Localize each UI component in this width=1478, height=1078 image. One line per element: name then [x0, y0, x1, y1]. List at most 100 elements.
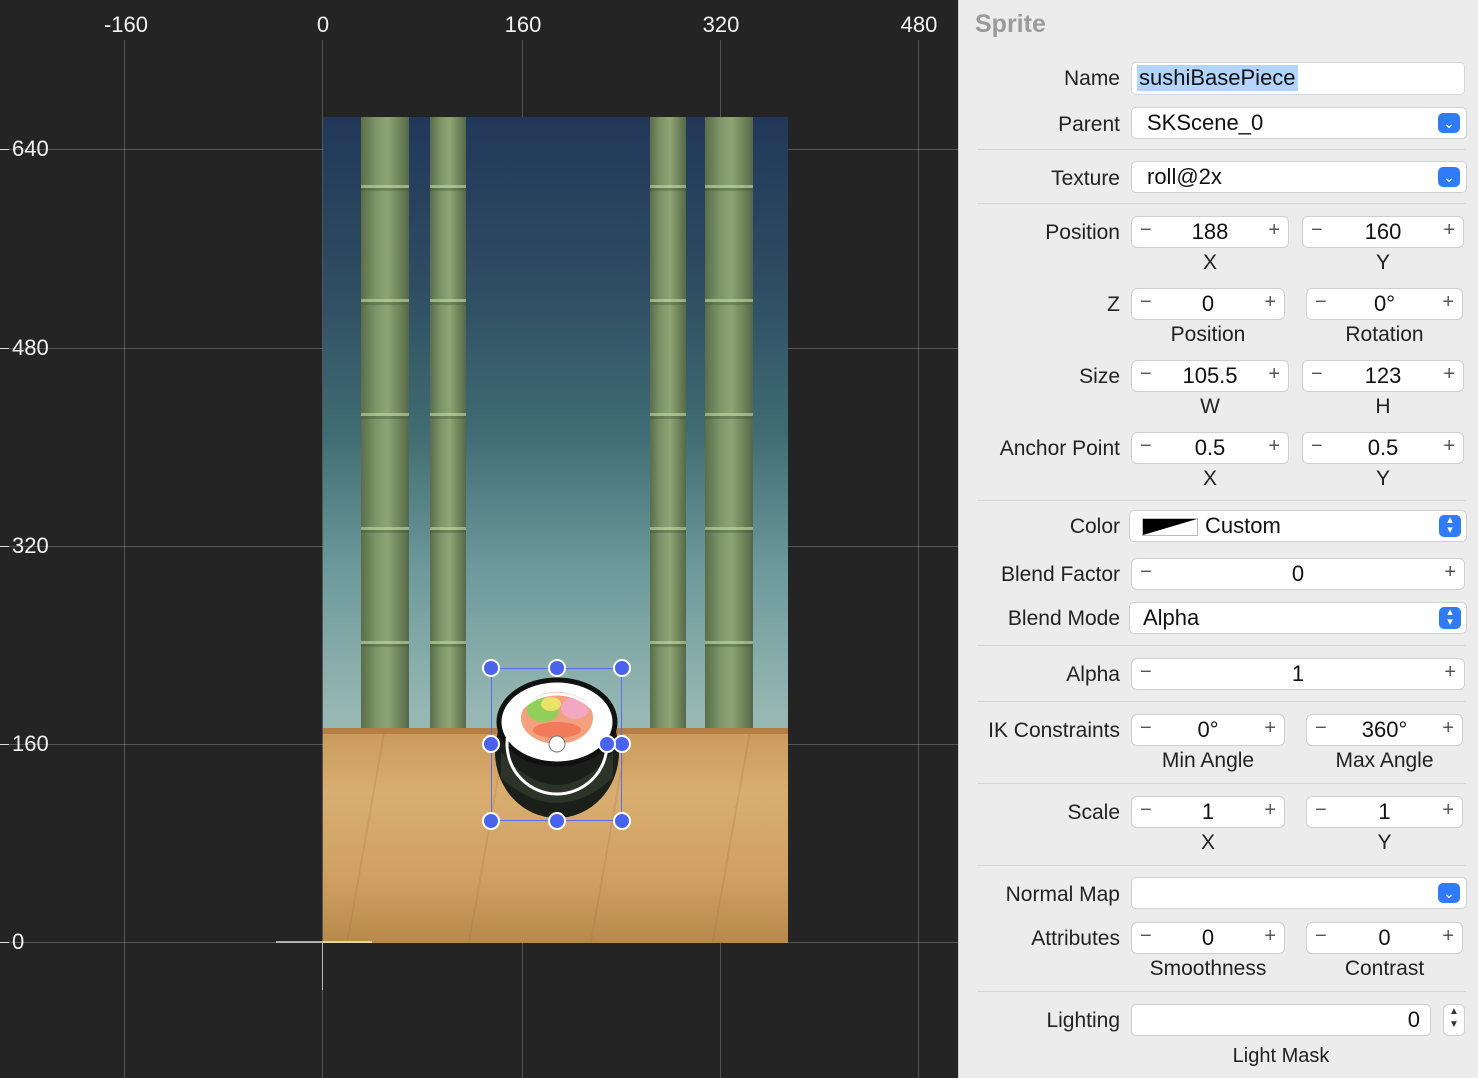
parent-popup[interactable]: SKScene_0 ⌄	[1131, 107, 1467, 139]
name-field[interactable]: sushiBasePiece	[1131, 62, 1465, 95]
lighting-stepper-arrows[interactable]: ▲ ▼	[1443, 1004, 1465, 1036]
size-w-stepper[interactable]: − 105.5 +	[1131, 360, 1289, 392]
ik-min-stepper[interactable]: − 0° +	[1131, 714, 1285, 746]
blend-factor-stepper[interactable]: − 0 +	[1131, 558, 1465, 590]
scale-y-stepper[interactable]: − 1 +	[1306, 796, 1463, 828]
decrement-button[interactable]: −	[1140, 661, 1152, 684]
decrement-button[interactable]: −	[1140, 435, 1152, 458]
lighting-field[interactable]: 0	[1131, 1004, 1431, 1036]
alpha-value[interactable]: 1	[1158, 661, 1438, 687]
decrement-button[interactable]: −	[1140, 925, 1152, 948]
chevron-up-icon[interactable]: ▲	[1444, 1005, 1464, 1018]
increment-button[interactable]: +	[1264, 925, 1276, 948]
z-rotation-stepper[interactable]: − 0° +	[1306, 288, 1463, 320]
decrement-button[interactable]: −	[1311, 219, 1323, 242]
lighting-value: 0	[1407, 1007, 1420, 1032]
blend-factor-value[interactable]: 0	[1158, 561, 1438, 587]
scale-x-stepper[interactable]: − 1 +	[1131, 796, 1285, 828]
rotation-handle[interactable]	[598, 735, 616, 753]
decrement-button[interactable]: −	[1315, 799, 1327, 822]
smoothness-stepper[interactable]: − 0 +	[1131, 922, 1285, 954]
z-rotation-value[interactable]: 0°	[1333, 291, 1436, 317]
ik-max-stepper[interactable]: − 360° +	[1306, 714, 1463, 746]
increment-button[interactable]: +	[1443, 435, 1455, 458]
size-h-value[interactable]: 123	[1329, 363, 1437, 389]
increment-button[interactable]: +	[1443, 219, 1455, 242]
smoothness-value[interactable]: 0	[1158, 925, 1258, 951]
blend-mode-popup[interactable]: Alpha ▴ ▾	[1129, 602, 1467, 634]
position-y-stepper[interactable]: − 160 +	[1302, 216, 1464, 248]
ik-min-value[interactable]: 0°	[1158, 717, 1258, 743]
anchor-y-value[interactable]: 0.5	[1329, 435, 1437, 461]
divider	[977, 991, 1466, 992]
decrement-button[interactable]: −	[1140, 219, 1152, 242]
texture-value: roll@2x	[1147, 164, 1222, 189]
z-position-caption: Position	[1170, 323, 1246, 346]
decrement-button[interactable]: −	[1315, 291, 1327, 314]
position-x-stepper[interactable]: − 188 +	[1131, 216, 1289, 248]
contrast-caption: Contrast	[1344, 957, 1425, 980]
size-label: Size	[1079, 365, 1120, 388]
chevron-down-icon[interactable]: ▼	[1444, 1018, 1464, 1031]
increment-button[interactable]: +	[1444, 661, 1456, 684]
increment-button[interactable]: +	[1442, 925, 1454, 948]
z-position-stepper[interactable]: − 0 +	[1131, 288, 1285, 320]
size-h-stepper[interactable]: − 123 +	[1302, 360, 1464, 392]
resize-handle-bottom-right[interactable]	[613, 812, 631, 830]
decrement-button[interactable]: −	[1315, 925, 1327, 948]
increment-button[interactable]: +	[1264, 291, 1276, 314]
increment-button[interactable]: +	[1444, 561, 1456, 584]
resize-handle-top-right[interactable]	[613, 659, 631, 677]
normal-map-popup[interactable]: ⌄	[1131, 877, 1467, 909]
grid-line	[124, 40, 125, 1078]
anchor-y-stepper[interactable]: − 0.5 +	[1302, 432, 1464, 464]
decrement-button[interactable]: −	[1311, 363, 1323, 386]
resize-handle-top-left[interactable]	[482, 659, 500, 677]
increment-button[interactable]: +	[1264, 717, 1276, 740]
resize-handle-top[interactable]	[548, 659, 566, 677]
chevron-down-icon: ⌄	[1438, 113, 1460, 133]
resize-handle-left[interactable]	[482, 735, 500, 753]
scale-label: Scale	[1067, 801, 1120, 824]
anchor-x-stepper[interactable]: − 0.5 +	[1131, 432, 1289, 464]
anchor-x-value[interactable]: 0.5	[1158, 435, 1262, 461]
scene-editor-canvas[interactable]: -160 0 160 320 480 640 480 320 160 0	[0, 0, 958, 1078]
section-title: Sprite	[975, 10, 1046, 38]
color-popup[interactable]: Custom ▴ ▾	[1129, 510, 1467, 542]
scale-x-value[interactable]: 1	[1158, 799, 1258, 825]
parent-value: SKScene_0	[1147, 110, 1264, 135]
decrement-button[interactable]: −	[1140, 363, 1152, 386]
increment-button[interactable]: +	[1443, 363, 1455, 386]
decrement-button[interactable]: −	[1140, 561, 1152, 584]
resize-handle-bottom[interactable]	[548, 812, 566, 830]
scene-origin-line	[322, 943, 323, 990]
contrast-stepper[interactable]: − 0 +	[1306, 922, 1463, 954]
z-position-value[interactable]: 0	[1158, 291, 1258, 317]
decrement-button[interactable]: −	[1315, 717, 1327, 740]
increment-button[interactable]: +	[1268, 435, 1280, 458]
contrast-value[interactable]: 0	[1333, 925, 1436, 951]
decrement-button[interactable]: −	[1140, 799, 1152, 822]
decrement-button[interactable]: −	[1140, 291, 1152, 314]
alpha-stepper[interactable]: − 1 +	[1131, 658, 1465, 690]
anchor-point-label: Anchor Point	[999, 437, 1120, 460]
scale-y-value[interactable]: 1	[1333, 799, 1436, 825]
position-y-value[interactable]: 160	[1329, 219, 1437, 245]
increment-button[interactable]: +	[1264, 799, 1276, 822]
divider	[977, 783, 1466, 784]
increment-button[interactable]: +	[1268, 363, 1280, 386]
position-x-caption: X	[1202, 251, 1217, 274]
decrement-button[interactable]: −	[1311, 435, 1323, 458]
ik-max-value[interactable]: 360°	[1333, 717, 1436, 743]
increment-button[interactable]: +	[1268, 219, 1280, 242]
ik-min-caption: Min Angle	[1161, 749, 1255, 772]
resize-handle-bottom-left[interactable]	[482, 812, 500, 830]
position-x-value[interactable]: 188	[1158, 219, 1262, 245]
increment-button[interactable]: +	[1442, 291, 1454, 314]
increment-button[interactable]: +	[1442, 717, 1454, 740]
increment-button[interactable]: +	[1442, 799, 1454, 822]
texture-popup[interactable]: roll@2x ⌄	[1131, 161, 1467, 193]
size-w-value[interactable]: 105.5	[1158, 363, 1262, 389]
scene-floor-line	[276, 941, 372, 943]
decrement-button[interactable]: −	[1140, 717, 1152, 740]
